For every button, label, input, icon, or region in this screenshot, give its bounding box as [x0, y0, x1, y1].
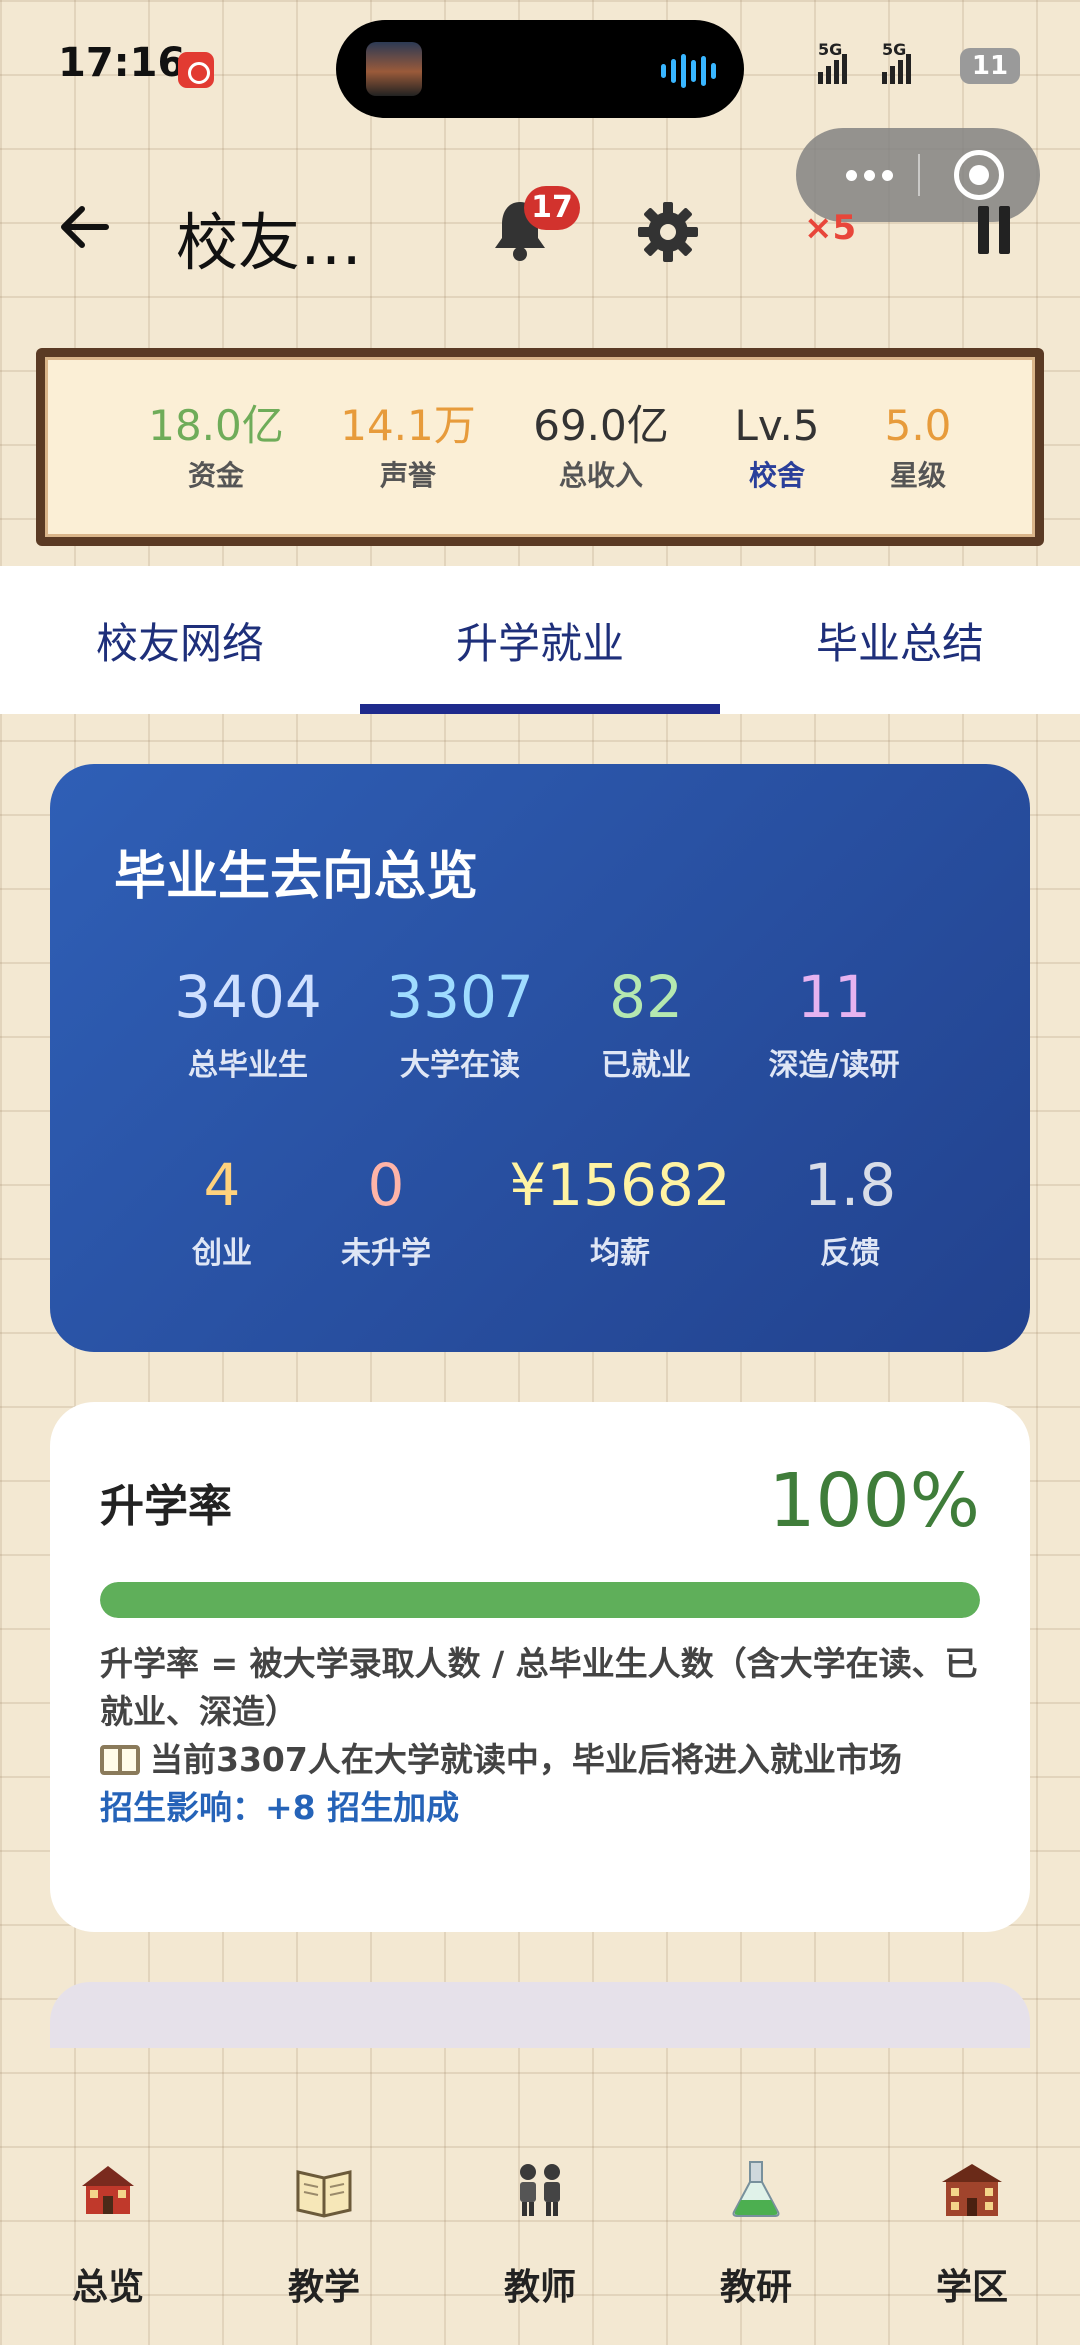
stats-row: 18.0亿 资金 14.1万 声誉 69.0亿 总收入 Lv.5 校舍 5.0 星级	[45, 357, 1035, 537]
teachers-icon	[510, 2160, 570, 2218]
signal-label: 5G	[882, 40, 907, 59]
status-time: 17:16	[58, 40, 186, 86]
rate-formula: 升学率 = 被大学录取人数 / 总毕业生人数（含大学在读、已就业、深造）	[100, 1644, 978, 1731]
overview-stat-label: 均薪	[589, 1236, 650, 1271]
overview-title: 毕业生去向总览	[114, 847, 479, 907]
tab-2[interactable]: 毕业总结	[720, 566, 1080, 714]
tab-bar: 校友网络 升学就业 毕业总结	[0, 566, 1080, 714]
page-title: 校友…	[176, 206, 363, 279]
more-icon[interactable]	[846, 170, 893, 181]
nav-item-2[interactable]: 教师	[432, 2048, 648, 2345]
rate-description: 升学率 = 被大学录取人数 / 总毕业生人数（含大学在读、已就业、深造） 当前3…	[100, 1640, 990, 1832]
overview-stat: 1.8 反馈	[804, 1150, 896, 1272]
stat-label: 资金	[187, 459, 244, 492]
stats-panel: 18.0亿 资金 14.1万 声誉 69.0亿 总收入 Lv.5 校舍 5.0 星级	[36, 348, 1044, 546]
nav-label: 学区	[935, 2267, 1008, 2308]
overview-stat-value: 4	[203, 1151, 241, 1219]
back-arrow-icon[interactable]	[56, 198, 114, 256]
stat-item: Lv.5 校舍	[698, 360, 856, 534]
overview-stat-value: 82	[609, 963, 683, 1031]
speed-multiplier[interactable]: ×5	[804, 208, 856, 248]
overview-stat: 3307 大学在读	[386, 962, 534, 1084]
next-card-partial	[50, 1982, 1030, 2048]
school-building-icon	[942, 2160, 1002, 2218]
stat-label: 声誉	[379, 459, 436, 492]
nav-label: 教研	[719, 2267, 792, 2308]
tab-0[interactable]: 校友网络	[0, 566, 360, 714]
school-house-icon	[78, 2160, 138, 2218]
signal-label: 5G	[818, 40, 843, 59]
bottom-nav: 总览 教学 教师 教研 学区	[0, 2048, 1080, 2345]
rate-progress-fill	[100, 1582, 980, 1618]
overview-stat: 4 创业	[192, 1150, 252, 1272]
overview-stat-value: 0	[367, 1151, 405, 1219]
stat-item: 14.1万声誉	[312, 360, 504, 534]
stat-label: 总收入	[558, 459, 643, 492]
overview-stat: 3404 总毕业生	[174, 962, 322, 1084]
stat-value: 14.1万	[340, 401, 476, 450]
overview-stat-value: 3404	[174, 963, 322, 1031]
overview-stat-label: 反馈	[820, 1236, 880, 1271]
nav-label: 教师	[503, 2267, 576, 2308]
overview-stat-label: 总毕业生	[187, 1048, 308, 1083]
capsule-divider	[918, 154, 920, 196]
overview-stat-value: 11	[797, 963, 871, 1031]
overview-stat-label: 创业	[192, 1236, 252, 1271]
nav-item-1[interactable]: 教学	[216, 2048, 432, 2345]
flask-icon	[726, 2160, 786, 2218]
nav-item-3[interactable]: 教研	[648, 2048, 864, 2345]
enrollment-effect: 招生影响：+8 招生加成	[100, 1788, 460, 1827]
media-thumbnail	[366, 42, 422, 96]
notification-badge: 17	[524, 186, 580, 230]
nav-label: 教学	[287, 2267, 360, 2308]
overview-stat-label: 已就业	[601, 1048, 691, 1083]
overview-stat-value: 1.8	[803, 1151, 897, 1219]
stat-value: 5.0	[884, 401, 952, 450]
overview-stat-value: 3307	[386, 963, 534, 1031]
stat-label: 星级	[889, 459, 946, 492]
screen-record-icon	[178, 52, 214, 88]
rate-note: 当前3307人在大学就读中，毕业后将进入就业市场	[100, 1736, 990, 1784]
rate-note-text: 当前3307人在大学就读中，毕业后将进入就业市场	[150, 1740, 902, 1779]
stat-value: 18.0亿	[148, 401, 284, 450]
signal-icon: 5G	[882, 40, 911, 84]
admission-rate-card: 升学率 100% 升学率 = 被大学录取人数 / 总毕业生人数（含大学在读、已就…	[50, 1402, 1030, 1932]
battery-indicator: 11	[960, 48, 1020, 84]
stat-item: 18.0亿资金	[120, 360, 312, 534]
target-icon[interactable]	[954, 150, 1004, 200]
stat-item: 69.0亿总收入	[504, 360, 698, 534]
overview-stat-label: 深造/读研	[768, 1048, 900, 1083]
open-book-icon	[294, 2160, 354, 2218]
overview-stat-value: ¥15682	[509, 1151, 731, 1219]
gear-icon[interactable]	[636, 200, 700, 264]
stat-value: 69.0亿	[533, 401, 669, 450]
stat-label: 校舍	[748, 459, 805, 492]
pause-icon[interactable]	[976, 206, 1012, 254]
book-icon	[100, 1745, 140, 1775]
dynamic-island	[336, 20, 744, 118]
stat-value: Lv.5	[734, 401, 820, 450]
graduate-overview-card: 毕业生去向总览 3404 总毕业生 3307 大学在读 82 已就业 11 深造/读研 4 创业 0…	[50, 764, 1030, 1352]
nav-label: 总览	[71, 2267, 144, 2308]
overview-stat: 0 未升学	[341, 1150, 431, 1272]
rate-title: 升学率	[100, 1481, 232, 1532]
overview-stat-label: 未升学	[341, 1236, 431, 1271]
overview-stat-label: 大学在读	[399, 1048, 520, 1083]
nav-item-0[interactable]: 总览	[0, 2048, 216, 2345]
rate-value: 100%	[768, 1458, 980, 1544]
stat-item: 5.0 星级	[856, 360, 980, 534]
nav-item-4[interactable]: 学区	[864, 2048, 1080, 2345]
overview-stat: 11 深造/读研	[769, 962, 900, 1084]
overview-stat: 82 已就业	[601, 962, 691, 1084]
overview-stat: ¥15682 均薪	[509, 1150, 730, 1272]
signal-icon: 5G	[818, 40, 847, 84]
tab-1[interactable]: 升学就业	[360, 566, 720, 714]
rate-progress-bar	[100, 1582, 980, 1618]
audio-wave-icon	[661, 54, 716, 88]
